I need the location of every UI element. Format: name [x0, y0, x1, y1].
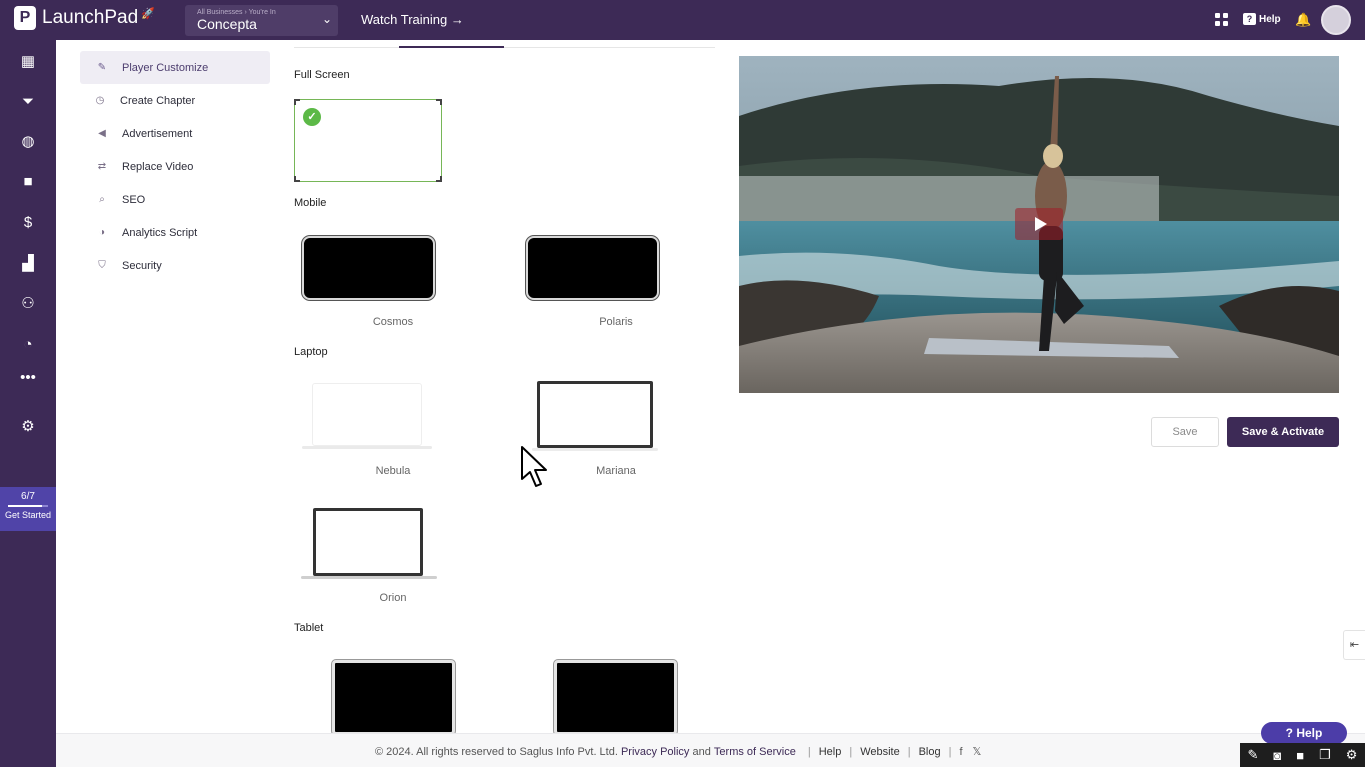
- skin-fullscreen[interactable]: ✓: [294, 99, 442, 182]
- help-label: Help: [1259, 13, 1281, 25]
- progress-text: 6/7: [21, 491, 35, 502]
- more-icon[interactable]: •••: [18, 368, 38, 388]
- pen-icon[interactable]: ✎: [1248, 747, 1259, 763]
- menu-item-replace-video[interactable]: ⇄ Replace Video: [80, 150, 270, 183]
- settings-icon[interactable]: ⚙: [18, 417, 38, 437]
- skin-mariana[interactable]: [532, 381, 658, 451]
- business-switcher[interactable]: All Businesses › You're In Concepta ⌄: [185, 5, 338, 36]
- and-text: and: [692, 745, 711, 758]
- tab-underline: [294, 46, 715, 48]
- menu-item-label: Advertisement: [122, 127, 193, 140]
- skin-nebula[interactable]: [302, 383, 432, 453]
- question-icon: ?: [1243, 13, 1256, 25]
- mouse-cursor-icon: [521, 446, 547, 487]
- skin-tablet-2[interactable]: [554, 660, 677, 735]
- settings-menu: ✎ Player Customize ◷ Create Chapter ◀ Ad…: [80, 51, 270, 282]
- footer: © 2024. All rights reserved to Saglus In…: [56, 733, 1365, 767]
- avatar[interactable]: [1321, 5, 1351, 35]
- bell-icon[interactable]: 🔔: [1295, 12, 1311, 28]
- skin-polaris[interactable]: [526, 236, 659, 300]
- logo-mark-icon: P: [14, 6, 36, 30]
- business-name: Concepta: [197, 16, 257, 32]
- menu-item-label: Create Chapter: [120, 94, 196, 107]
- globe-icon[interactable]: ◍: [18, 132, 38, 152]
- menu-item-create-chapter[interactable]: ◷ Create Chapter: [80, 84, 270, 117]
- capture-toolbar: ✎ ◙ ■ ❐ ⚙: [1240, 743, 1365, 767]
- help-button[interactable]: ? Help: [1243, 13, 1281, 25]
- skin-cosmos[interactable]: [302, 236, 435, 300]
- menu-item-advertisement[interactable]: ◀ Advertisement: [80, 117, 270, 150]
- privacy-policy-link[interactable]: Privacy Policy: [621, 746, 689, 758]
- menu-item-security[interactable]: ⛉ Security: [80, 249, 270, 282]
- skin-name-cosmos: Cosmos: [372, 316, 414, 328]
- swap-icon: ⇄: [97, 161, 107, 172]
- progress-fill: [8, 505, 43, 507]
- video-preview[interactable]: [739, 56, 1339, 393]
- shield-icon: ⛉: [98, 260, 106, 271]
- chevron-down-icon: ⌄: [321, 12, 332, 26]
- menu-item-label: SEO: [122, 193, 146, 206]
- menu-item-player-customize[interactable]: ✎ Player Customize: [80, 51, 270, 84]
- save-button[interactable]: Save: [1151, 417, 1219, 447]
- search-icon: ⌕: [99, 194, 105, 205]
- checkmark-icon: ✓: [303, 108, 321, 126]
- footer-blog-link[interactable]: Blog: [919, 746, 941, 758]
- section-title-tablet: Tablet: [294, 622, 324, 634]
- video-camera-icon[interactable]: ■: [18, 172, 38, 192]
- left-rail: ▦ ⏷ ◍ ■ $ ▟ ⚇ ◔ ••• ⚙ 6/7 Get Started: [0, 40, 56, 767]
- palette-icon: ✎: [97, 62, 107, 73]
- menu-item-analytics-script[interactable]: ◑ Analytics Script: [80, 216, 270, 249]
- dollar-icon[interactable]: $: [18, 213, 38, 233]
- menu-item-label: Security: [122, 259, 162, 272]
- get-started-progress[interactable]: 6/7 Get Started: [0, 487, 56, 531]
- terms-link[interactable]: Terms of Service: [714, 746, 796, 758]
- help-fab-button[interactable]: ? Help: [1261, 722, 1347, 744]
- chart-icon: ◑: [98, 227, 106, 238]
- skin-tablet-1[interactable]: [332, 660, 455, 735]
- launchpad-logo[interactable]: P LaunchPad 🚀: [14, 6, 155, 30]
- watch-training-link[interactable]: Watch Training →: [361, 12, 464, 27]
- video-record-icon[interactable]: ■: [1296, 748, 1304, 763]
- active-tab-indicator: [399, 46, 504, 48]
- history-icon[interactable]: ◔: [18, 335, 38, 355]
- top-bar: P LaunchPad 🚀 All Businesses › You're In…: [0, 0, 1365, 40]
- x-icon[interactable]: 𝕏: [973, 745, 982, 758]
- brand-name: LaunchPad: [42, 7, 139, 28]
- play-button[interactable]: [1015, 208, 1063, 240]
- skin-name-nebula: Nebula: [375, 465, 411, 477]
- skin-list: Full Screen ✓ Mobile Cosmos Polaris Lapt…: [294, 40, 715, 735]
- save-activate-button[interactable]: Save & Activate: [1227, 417, 1339, 447]
- section-title-laptop: Laptop: [294, 346, 328, 358]
- collapse-panel-icon[interactable]: ⇤: [1343, 630, 1365, 660]
- menu-item-label: Replace Video: [122, 160, 194, 173]
- timer-icon: ◷: [95, 95, 105, 106]
- facebook-icon[interactable]: f: [959, 746, 962, 758]
- menu-item-seo[interactable]: ⌕ SEO: [80, 183, 270, 216]
- users-icon[interactable]: ⚇: [18, 294, 38, 314]
- footer-website-link[interactable]: Website: [860, 746, 900, 758]
- footer-help-link[interactable]: Help: [819, 746, 842, 758]
- play-icon: [1034, 217, 1047, 231]
- analytics-icon[interactable]: ▟: [18, 254, 38, 274]
- skin-name-orion: Orion: [379, 592, 407, 604]
- skin-name-mariana: Mariana: [596, 465, 636, 477]
- menu-item-label: Player Customize: [122, 61, 209, 74]
- funnel-icon[interactable]: ⏷: [18, 92, 38, 112]
- section-title-mobile: Mobile: [294, 197, 327, 209]
- skin-name-polaris: Polaris: [599, 316, 633, 328]
- skin-orion[interactable]: [301, 508, 437, 579]
- apps-grid-icon[interactable]: [1215, 13, 1228, 26]
- rocket-icon: 🚀: [141, 7, 155, 20]
- dashboard-icon[interactable]: ▦: [18, 52, 38, 72]
- camera-icon[interactable]: ◙: [1273, 748, 1281, 763]
- copyright-text: © 2024. All rights reserved to Saglus In…: [375, 745, 618, 758]
- megaphone-icon: ◀: [98, 128, 106, 139]
- get-started-label: Get Started: [4, 510, 52, 520]
- window-icon[interactable]: ❐: [1319, 747, 1331, 763]
- settings-icon[interactable]: ⚙: [1346, 747, 1358, 763]
- menu-item-label: Analytics Script: [122, 226, 198, 239]
- progress-bar: [8, 505, 48, 507]
- section-title-fullscreen: Full Screen: [294, 69, 350, 81]
